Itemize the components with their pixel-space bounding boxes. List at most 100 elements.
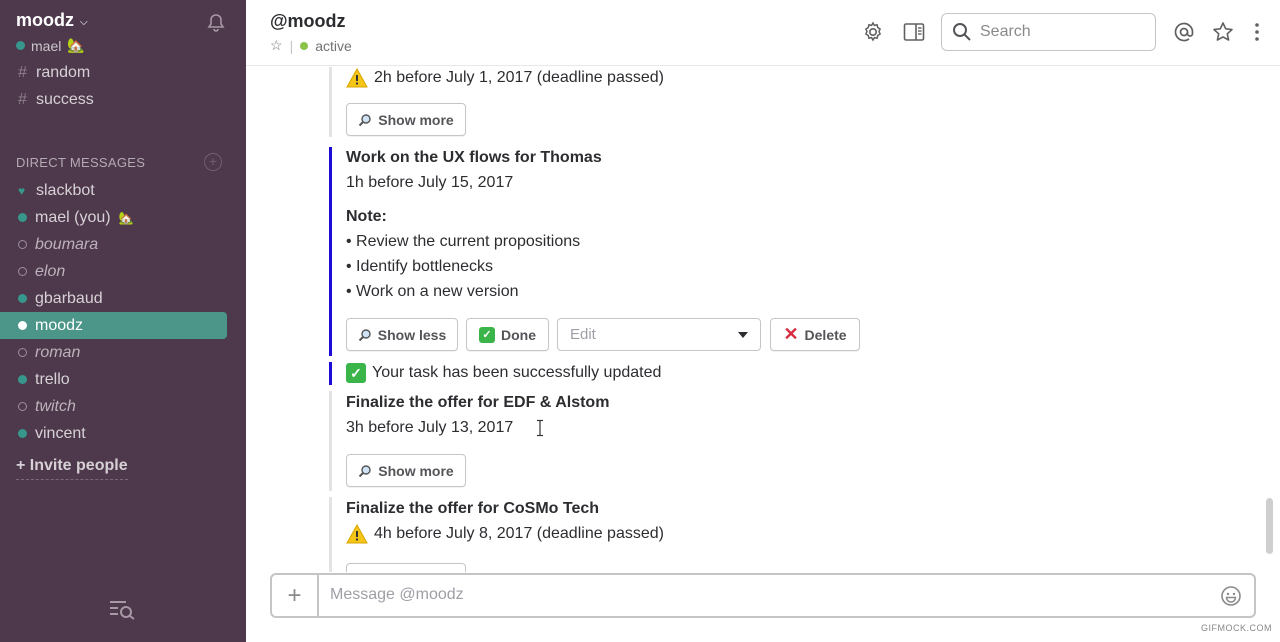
- message-pane[interactable]: 2h before July 1, 2017 (deadline passed)…: [246, 67, 1266, 572]
- attachment-bar: [329, 497, 332, 572]
- dm-heading[interactable]: DIRECT MESSAGES: [16, 155, 145, 170]
- details-panel-icon[interactable]: [903, 21, 925, 43]
- task-due-text: 4h before July 8, 2017 (deadline passed): [374, 525, 664, 542]
- dm-label: boumara: [35, 235, 99, 253]
- delete-button[interactable]: ✕ Delete: [770, 318, 860, 351]
- show-less-button[interactable]: Show less: [346, 318, 458, 351]
- note-item: • Work on a new version: [346, 283, 519, 300]
- presence-dot: [18, 240, 27, 249]
- channel-label: success: [36, 90, 94, 108]
- add-dm-icon[interactable]: +: [204, 153, 222, 171]
- magnifier-icon: [358, 328, 371, 341]
- watermark: GIFMOCK.COM: [1201, 623, 1272, 633]
- task-title: Finalize the offer for CoSMo Tech: [346, 500, 600, 517]
- edit-select[interactable]: Edit: [557, 318, 761, 351]
- note-label: Note:: [346, 208, 387, 225]
- presence-dot: [18, 213, 27, 222]
- team-switcher[interactable]: moodz ⌵: [16, 10, 88, 31]
- dm-elon[interactable]: elon: [0, 258, 246, 285]
- dm-mael[interactable]: mael (you) 🏡: [0, 204, 246, 231]
- search-icon: [953, 23, 971, 41]
- dm-label: moodz: [35, 316, 84, 334]
- search-placeholder: Search: [980, 23, 1031, 40]
- dm-boumara[interactable]: boumara: [0, 231, 246, 258]
- dm-vincent[interactable]: vincent: [0, 420, 246, 447]
- dm-slackbot[interactable]: ♥ slackbot: [0, 177, 246, 204]
- dm-label: slackbot: [36, 181, 95, 199]
- presence-dot: [18, 375, 27, 384]
- note-item: • Review the current propositions: [346, 233, 581, 250]
- dm-roman[interactable]: roman: [0, 339, 246, 366]
- attach-button[interactable]: +: [272, 575, 319, 616]
- presence-dot: [18, 267, 27, 276]
- hash-icon: #: [18, 90, 27, 108]
- dm-gbarbaud[interactable]: gbarbaud: [0, 285, 246, 312]
- dm-label: roman: [35, 343, 81, 361]
- channel-meta: ☆ | active: [270, 37, 352, 54]
- presence-dot: [18, 348, 27, 357]
- bell-icon[interactable]: [206, 13, 226, 33]
- dm-moodz[interactable]: moodz: [0, 312, 227, 339]
- warning-icon: [346, 68, 368, 88]
- show-more-button[interactable]: Show more: [346, 103, 466, 136]
- sidebar: moodz ⌵ mael 🏡 # random # success DIRECT…: [0, 0, 246, 642]
- presence-dot: [300, 41, 309, 50]
- task-title: Work on the UX flows for Thomas: [346, 149, 602, 166]
- task-due: 4h before July 8, 2017 (deadline passed): [346, 524, 664, 544]
- button-label: Delete: [804, 326, 847, 343]
- dm-label: trello: [35, 370, 70, 388]
- presence-dot: [18, 402, 27, 411]
- dm-label: mael (you): [35, 208, 111, 226]
- caret-down-icon: [738, 332, 748, 338]
- message-input[interactable]: Message @moodz: [330, 586, 464, 604]
- emoji-icon[interactable]: [1220, 585, 1242, 607]
- chevron-down-icon: ⌵: [80, 16, 88, 28]
- star-icon[interactable]: [1212, 21, 1234, 43]
- channel-success[interactable]: # success: [0, 86, 246, 113]
- scrollbar[interactable]: [1266, 498, 1273, 554]
- gear-icon[interactable]: [862, 21, 884, 43]
- done-button[interactable]: ✓ Done: [466, 318, 549, 351]
- attachment-bar: [329, 67, 332, 137]
- message-composer[interactable]: + Message @moodz: [270, 573, 1256, 618]
- presence-dot: [16, 41, 25, 50]
- star-icon[interactable]: ☆: [270, 37, 283, 54]
- show-more-button[interactable]: [346, 563, 466, 572]
- task-due-text: 2h before July 1, 2017 (deadline passed): [374, 69, 664, 86]
- dm-label: elon: [35, 262, 66, 280]
- search-input[interactable]: Search: [941, 13, 1156, 51]
- house-emoji-icon: 🏡: [118, 210, 134, 225]
- current-user[interactable]: mael 🏡: [16, 37, 85, 54]
- checkmark-icon: ✓: [479, 326, 495, 343]
- note-item: • Identify bottlenecks: [346, 258, 494, 275]
- checkmark-icon: ✓: [346, 363, 366, 383]
- show-more-button[interactable]: Show more: [346, 454, 466, 487]
- channel-random[interactable]: # random: [0, 59, 246, 86]
- dm-label: twitch: [35, 397, 76, 415]
- heart-icon: ♥: [18, 183, 26, 198]
- button-label: Show more: [378, 462, 454, 479]
- separator: |: [289, 37, 294, 54]
- confirmation-message: ✓ Your task has been successfully update…: [346, 363, 661, 383]
- quick-switcher-icon[interactable]: [108, 598, 136, 620]
- magnifier-icon: [359, 113, 371, 126]
- task-due: 1h before July 15, 2017: [346, 174, 514, 191]
- warning-icon: [346, 524, 368, 544]
- button-label: Show more: [378, 111, 454, 128]
- invite-people-link[interactable]: + Invite people: [16, 457, 128, 480]
- more-vertical-icon[interactable]: [1246, 21, 1268, 43]
- presence-label: active: [315, 37, 352, 54]
- task-due: 3h before July 13, 2017: [346, 419, 514, 436]
- dm-twitch[interactable]: twitch: [0, 393, 246, 420]
- dm-trello[interactable]: trello: [0, 366, 246, 393]
- task-due: 2h before July 1, 2017 (deadline passed): [346, 68, 664, 88]
- hash-icon: #: [18, 63, 27, 81]
- current-user-name: mael: [31, 37, 62, 54]
- confirmation-text: Your task has been successfully updated: [372, 364, 662, 381]
- presence-dot: [18, 294, 27, 303]
- mentions-icon[interactable]: [1173, 21, 1195, 43]
- select-placeholder: Edit: [570, 326, 596, 343]
- page-title[interactable]: @moodz: [270, 11, 346, 32]
- task-title: Finalize the offer for EDF & Alstom: [346, 394, 610, 411]
- button-label: Done: [501, 326, 536, 343]
